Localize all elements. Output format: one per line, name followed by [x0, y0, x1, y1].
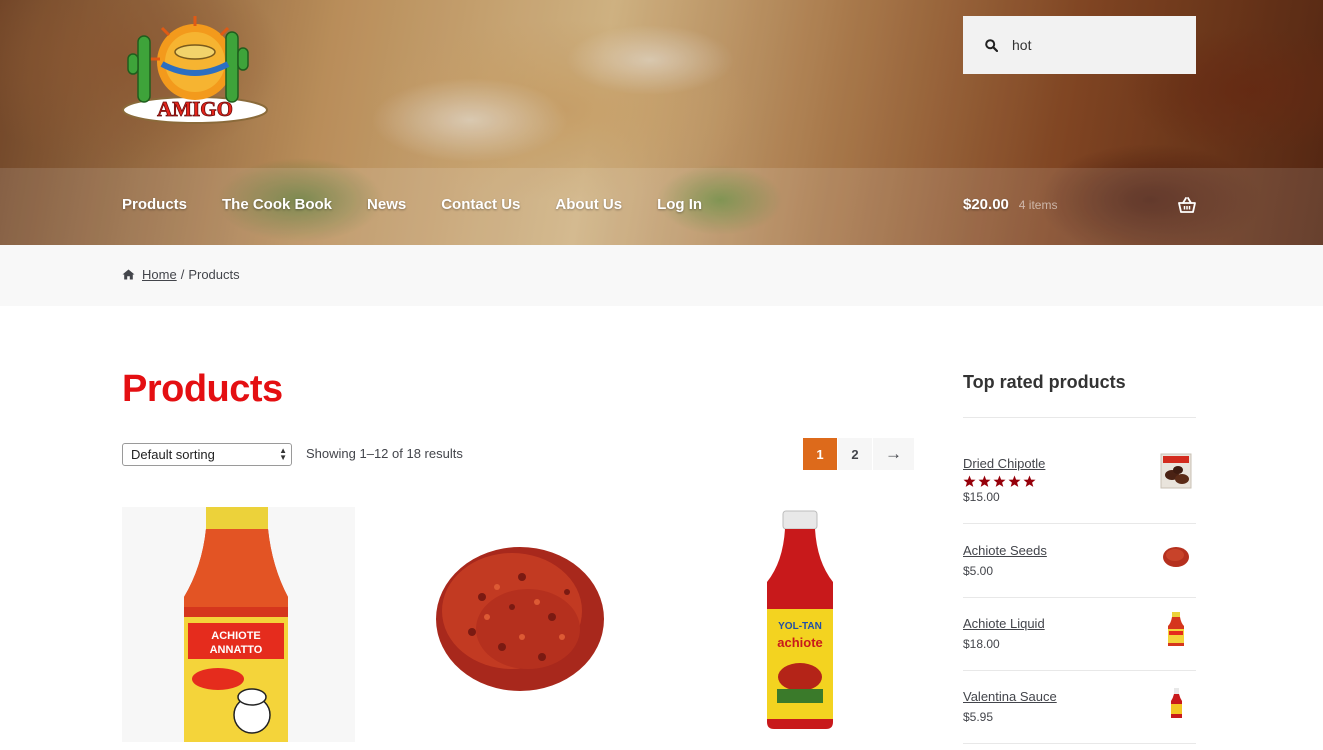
- product-image-3[interactable]: YOL-TAN achiote: [683, 507, 916, 742]
- top-rated-title: Top rated products: [963, 372, 1126, 392]
- breadcrumb-home[interactable]: Home: [142, 267, 177, 282]
- main-nav: Products The Cook Book News Contact Us A…: [122, 196, 737, 213]
- search-icon[interactable]: [985, 38, 998, 52]
- nav-contact-us[interactable]: Contact Us: [441, 196, 520, 213]
- page-1-button[interactable]: 1: [803, 438, 837, 470]
- search-box[interactable]: [963, 16, 1196, 74]
- top-rated-item: Dried Chipotle $15.00: [963, 453, 1196, 524]
- item-divider: [963, 743, 1196, 744]
- valentina-sauce-thumbnail[interactable]: [1160, 686, 1192, 722]
- cart-count: 4 items: [1018, 198, 1058, 212]
- nav-news[interactable]: News: [367, 196, 406, 213]
- star-rating-icon: [963, 475, 1036, 487]
- next-page-button[interactable]: →: [873, 438, 914, 470]
- achiote-liquid-thumbnail[interactable]: [1160, 611, 1192, 647]
- yol-tan-achiote-bottle-image: YOL-TAN achiote: [683, 507, 916, 742]
- dried-chipotle-thumbnail[interactable]: [1160, 453, 1192, 489]
- breadcrumb-separator: /: [180, 267, 185, 282]
- header-cart[interactable]: $20.00 4 items: [963, 196, 1196, 218]
- breadcrumb-bar: Home / Products: [0, 245, 1323, 306]
- site-logo[interactable]: AMIGO: [122, 14, 268, 126]
- achiote-annatto-bottle-image: ACHIOTE ANNATTO: [122, 507, 355, 742]
- achiote-seeds-thumbnail[interactable]: [1160, 540, 1192, 576]
- breadcrumb-current: Products: [188, 267, 240, 282]
- breadcrumb: Home / Products: [122, 267, 240, 282]
- top-rated-item: Achiote Seeds $5.00: [963, 540, 1196, 598]
- pagination: 1 2 →: [803, 438, 915, 470]
- svg-text:YOL-TAN: YOL-TAN: [778, 621, 822, 632]
- product-image-2[interactable]: [402, 507, 635, 742]
- product-image-1[interactable]: ACHIOTE ANNATTO: [122, 507, 355, 742]
- top-rated-item: Valentina Sauce $5.95: [963, 686, 1196, 744]
- nav-cook-book[interactable]: The Cook Book: [222, 196, 332, 213]
- top-rated-item-link[interactable]: Valentina Sauce: [963, 689, 1057, 704]
- widget-divider: [963, 417, 1196, 418]
- logo-text: AMIGO: [157, 97, 233, 121]
- site-header: AMIGO Products The Cook Book News Contac…: [0, 0, 1323, 245]
- item-divider: [963, 597, 1196, 598]
- nav-products[interactable]: Products: [122, 196, 187, 213]
- item-divider: [963, 670, 1196, 671]
- home-icon: [122, 269, 135, 280]
- top-rated-item: Achiote Liquid $18.00: [963, 612, 1196, 671]
- nav-about-us[interactable]: About Us: [555, 196, 622, 213]
- svg-text:ANNATTO: ANNATTO: [210, 644, 263, 656]
- top-rated-item-link[interactable]: Achiote Liquid: [963, 616, 1045, 631]
- basket-icon[interactable]: [1178, 197, 1196, 213]
- top-rated-item-price: $15.00: [963, 490, 1000, 504]
- achiote-seeds-image: [402, 507, 635, 742]
- nav-log-in[interactable]: Log In: [657, 196, 702, 213]
- search-input[interactable]: [1012, 37, 1172, 53]
- page-title: Products: [122, 368, 283, 410]
- top-rated-item-link[interactable]: Achiote Seeds: [963, 543, 1047, 558]
- result-count: Showing 1–12 of 18 results: [306, 446, 463, 461]
- cart-amount: $20.00: [963, 196, 1009, 213]
- top-rated-item-link[interactable]: Dried Chipotle: [963, 456, 1045, 471]
- sorting-value: Default sorting: [131, 447, 215, 462]
- sorting-select[interactable]: Default sorting ▲ ▼: [122, 443, 292, 466]
- svg-text:achiote: achiote: [777, 635, 823, 650]
- logo-image: AMIGO: [122, 16, 268, 124]
- svg-text:ACHIOTE: ACHIOTE: [211, 630, 261, 642]
- item-divider: [963, 523, 1196, 524]
- page-2-button[interactable]: 2: [838, 438, 872, 470]
- select-arrows-icon: ▲ ▼: [279, 446, 287, 462]
